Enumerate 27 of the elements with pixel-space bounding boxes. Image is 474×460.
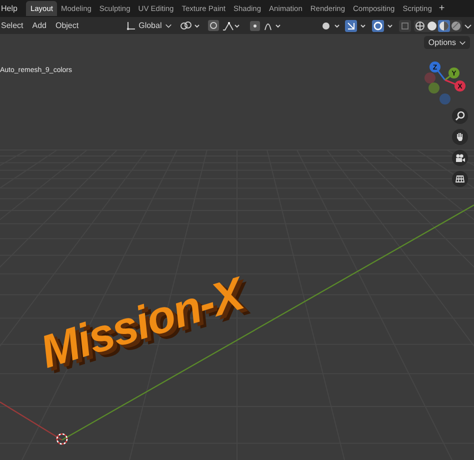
- dropdown-icon[interactable]: [464, 22, 472, 30]
- axis-dot[interactable]: [448, 68, 460, 78]
- camera-icon[interactable]: [452, 150, 468, 166]
- axis-dot[interactable]: [454, 80, 466, 92]
- grid-icon[interactable]: [452, 171, 468, 187]
- add-workspace-button[interactable]: +: [436, 1, 447, 16]
- menu-item[interactable]: Object: [54, 20, 80, 32]
- 3d-cursor-icon: [55, 432, 69, 446]
- menu-item[interactable]: Help: [0, 2, 18, 14]
- menu-item[interactable]: Select: [0, 20, 24, 32]
- axis-dot[interactable]: [430, 62, 440, 72]
- chevron-down-icon: [164, 22, 172, 29]
- falloff-icon[interactable]: [222, 20, 242, 30]
- material-shading-icon[interactable]: [438, 20, 450, 32]
- chevron-down-icon: [459, 39, 466, 46]
- proportional-edit-icon[interactable]: [208, 20, 219, 31]
- orientation-dropdown[interactable]: Global: [124, 20, 174, 32]
- options-dropdown[interactable]: Options: [424, 36, 470, 49]
- menu-item[interactable]: Add: [31, 20, 48, 32]
- pivot-icon[interactable]: [250, 20, 260, 30]
- solid-shading-icon[interactable]: [426, 20, 438, 32]
- rendered-shading-icon[interactable]: [450, 20, 462, 32]
- hand-icon[interactable]: [452, 129, 468, 145]
- axes-icon: [126, 21, 136, 30]
- zoom-icon[interactable]: [452, 108, 468, 124]
- wireframe-shading-icon[interactable]: [414, 20, 426, 32]
- snap-icon[interactable]: [180, 20, 202, 30]
